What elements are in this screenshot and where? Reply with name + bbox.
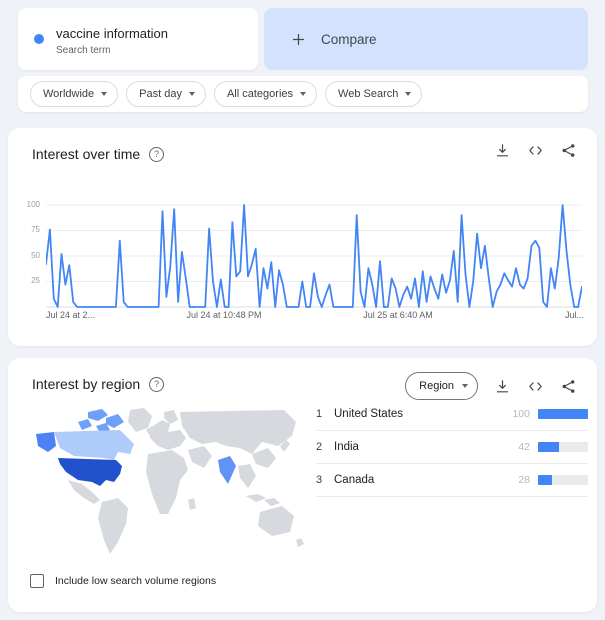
download-icon[interactable] xyxy=(494,378,511,395)
interest-by-region-card: Interest by region ? Region xyxy=(8,358,597,612)
filter-time[interactable]: Past day xyxy=(126,81,206,107)
region-name: Canada xyxy=(334,474,502,486)
checkbox-icon xyxy=(30,574,44,588)
country-mexico xyxy=(68,480,100,504)
interest-over-time-card: Interest over time ? 100 75 50 25 Jul 24… xyxy=(8,128,597,346)
continent-africa xyxy=(146,450,188,514)
filter-bar: Worldwide Past day All categories Web Se… xyxy=(18,76,588,112)
share-icon[interactable] xyxy=(560,378,577,395)
country-canada-islands xyxy=(78,419,92,430)
state-alaska xyxy=(36,432,56,452)
region-east-asia xyxy=(252,448,276,468)
country-new-zealand xyxy=(296,538,304,547)
search-term-type: Search term xyxy=(56,45,110,56)
term-color-dot xyxy=(34,34,44,44)
country-united-states xyxy=(58,458,122,486)
embed-code-icon[interactable] xyxy=(527,378,544,395)
filter-geo[interactable]: Worldwide xyxy=(30,81,118,107)
filter-category[interactable]: All categories xyxy=(214,81,317,107)
filter-geo-label: Worldwide xyxy=(43,88,94,100)
region-row: 2 India 42 xyxy=(316,431,588,464)
region-bar xyxy=(538,442,588,452)
x-axis-label: Jul 25 at 6:40 AM xyxy=(363,310,433,320)
region-name: India xyxy=(334,441,502,453)
checkbox-label: Include low search volume regions xyxy=(55,575,216,587)
world-map[interactable] xyxy=(30,402,306,562)
filter-time-label: Past day xyxy=(139,88,182,100)
region-bar xyxy=(538,409,588,419)
region-value: 42 xyxy=(502,441,530,453)
y-axis-tick: 50 xyxy=(20,251,40,260)
region-value: 28 xyxy=(502,474,530,486)
region-list: 1 United States 100 2 India 42 3 Canada … xyxy=(316,398,588,497)
region-dropdown-label: Region xyxy=(419,380,454,392)
filter-search-type-label: Web Search xyxy=(338,88,398,100)
filter-search-type[interactable]: Web Search xyxy=(325,81,422,107)
search-term-text: vaccine information xyxy=(56,26,168,41)
compare-button[interactable]: Compare xyxy=(264,8,588,70)
filter-category-label: All categories xyxy=(227,88,293,100)
x-axis-label: Jul 24 at 2... xyxy=(46,310,95,320)
trend-chart[interactable]: 100 75 50 25 Jul 24 at 2... Jul 24 at 10… xyxy=(20,202,586,324)
region-rank: 1 xyxy=(316,408,334,420)
chevron-down-icon xyxy=(101,92,107,96)
y-axis-tick: 25 xyxy=(20,276,40,285)
region-bar xyxy=(538,475,588,485)
country-canada xyxy=(54,430,134,460)
region-row: 3 Canada 28 xyxy=(316,464,588,497)
x-axis-label: Jul... xyxy=(565,310,584,320)
plus-icon xyxy=(290,31,307,48)
compare-label: Compare xyxy=(321,32,377,47)
continent-asia xyxy=(180,410,296,454)
chevron-down-icon xyxy=(462,384,468,388)
region-row: 1 United States 100 xyxy=(316,398,588,431)
country-indonesia xyxy=(246,494,266,502)
region-dropdown[interactable]: Region xyxy=(405,372,478,400)
help-icon[interactable]: ? xyxy=(149,377,164,392)
region-name: United States xyxy=(334,408,502,420)
country-madagascar xyxy=(188,498,196,510)
country-india xyxy=(218,456,236,484)
help-icon[interactable]: ? xyxy=(149,147,164,162)
interest-by-region-title: Interest by region xyxy=(32,376,140,392)
region-value: 100 xyxy=(502,408,530,420)
interest-over-time-title: Interest over time xyxy=(32,146,140,162)
region-rank: 3 xyxy=(316,474,334,486)
y-axis-tick: 100 xyxy=(20,200,40,209)
download-icon[interactable] xyxy=(494,142,511,159)
search-term-card[interactable]: vaccine information Search term xyxy=(18,8,258,70)
share-icon[interactable] xyxy=(560,142,577,159)
embed-code-icon[interactable] xyxy=(527,142,544,159)
country-australia xyxy=(258,506,294,536)
region-rank: 2 xyxy=(316,441,334,453)
trend-line-svg xyxy=(46,202,582,309)
region-southeast-asia xyxy=(238,464,256,488)
continent-south-america xyxy=(98,498,128,554)
country-indonesia xyxy=(264,498,280,506)
include-low-volume-checkbox[interactable]: Include low search volume regions xyxy=(30,574,216,588)
region-scandinavia xyxy=(164,410,178,424)
x-axis-label: Jul 24 at 10:48 PM xyxy=(186,310,261,320)
country-canada-islands xyxy=(88,409,108,421)
country-canada-islands xyxy=(106,414,124,428)
region-middle-east xyxy=(188,446,212,468)
chevron-down-icon xyxy=(189,92,195,96)
country-greenland xyxy=(128,408,152,432)
y-axis-tick: 75 xyxy=(20,225,40,234)
chevron-down-icon xyxy=(405,92,411,96)
continent-europe xyxy=(150,420,186,450)
chevron-down-icon xyxy=(300,92,306,96)
